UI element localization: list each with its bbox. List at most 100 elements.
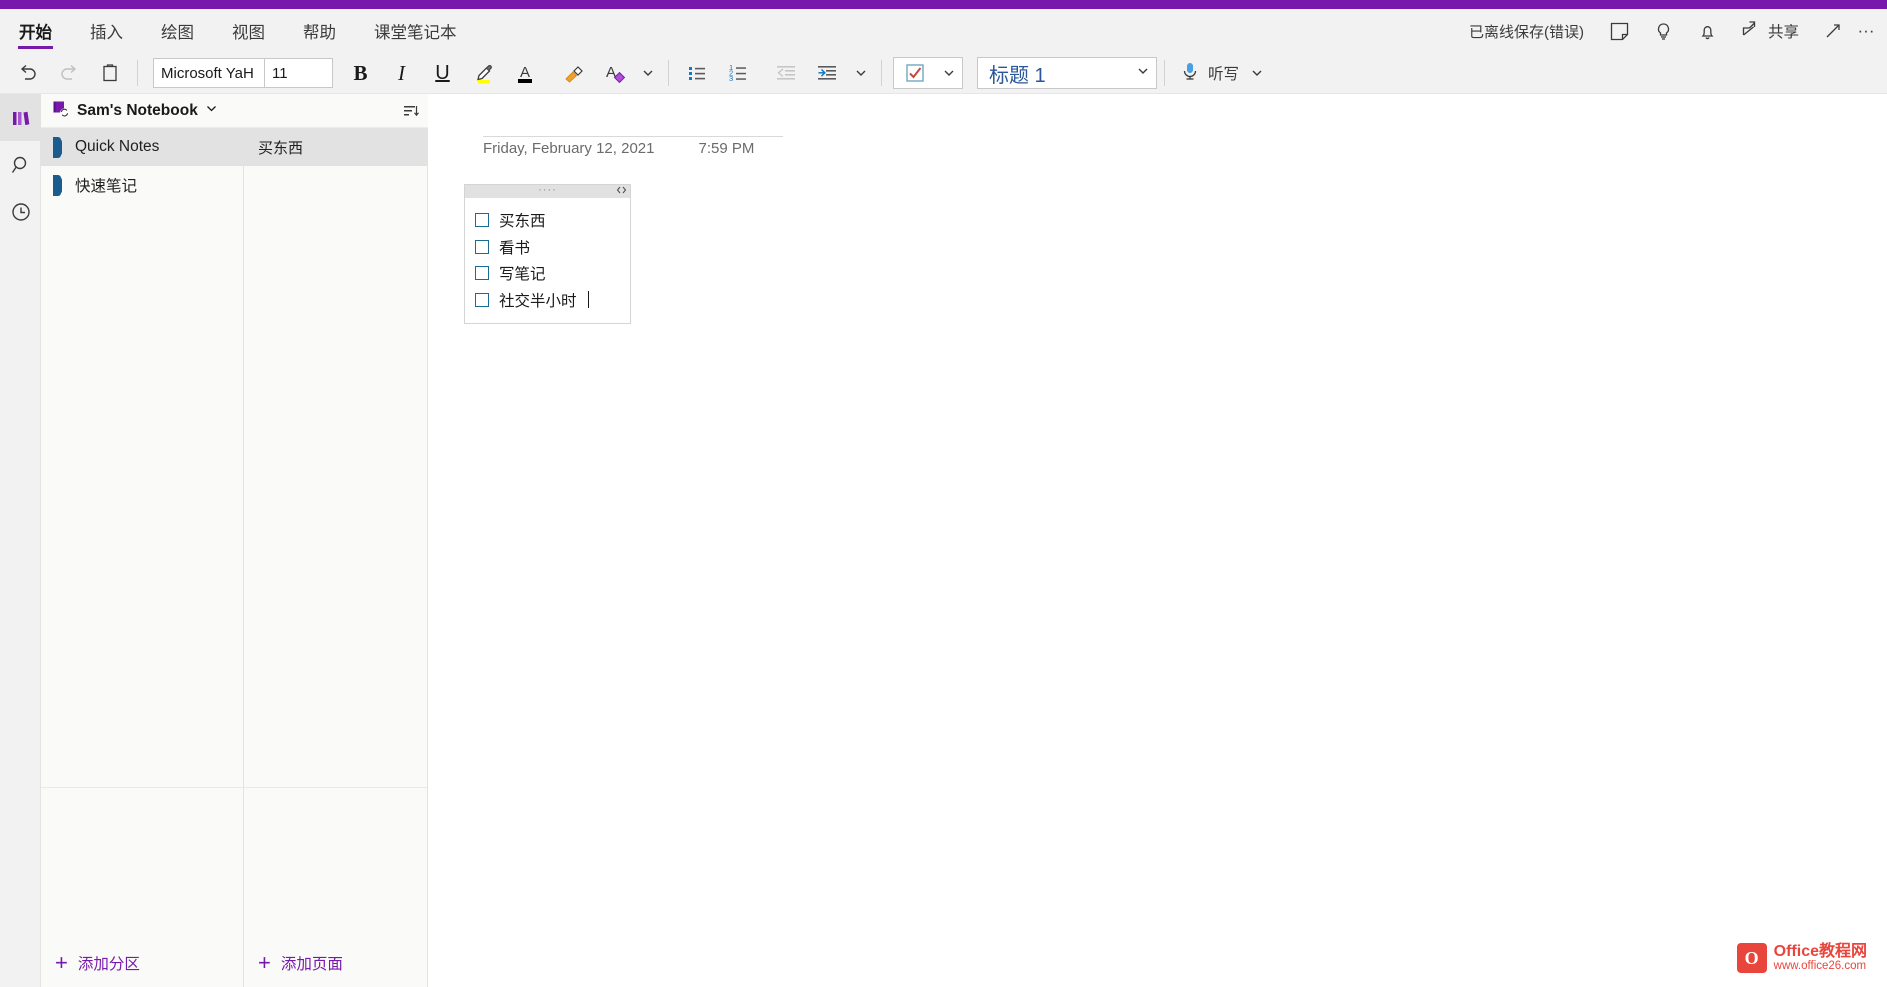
more-options-button[interactable]: ··· xyxy=(1855,9,1877,53)
share-button[interactable]: 共享 xyxy=(1730,9,1811,53)
decrease-indent-button[interactable] xyxy=(765,54,806,92)
font-name-input[interactable]: Microsoft YaH xyxy=(153,58,265,88)
todo-checkbox[interactable] xyxy=(475,240,489,254)
format-painter-icon xyxy=(560,60,586,86)
numbering-button[interactable]: 1 2 3 xyxy=(717,54,758,92)
tab-view-label: 视图 xyxy=(232,19,265,43)
undo-button[interactable] xyxy=(7,54,48,92)
bell-icon[interactable] xyxy=(1686,9,1730,53)
italic-label: I xyxy=(398,61,405,86)
italic-button[interactable]: I xyxy=(381,54,422,92)
menu-bar: 开始 插入 绘图 视图 帮助 课堂笔记本 已离线保存(错误) xyxy=(0,9,1887,53)
page-date[interactable]: Friday, February 12, 2021 xyxy=(483,140,654,157)
lightbulb-icon[interactable] xyxy=(1642,9,1686,53)
add-section-label: 添加分区 xyxy=(78,952,140,974)
chevron-down-icon xyxy=(1250,66,1264,80)
sticky-note-icon[interactable] xyxy=(1598,9,1642,53)
todo-item[interactable]: 买东西 xyxy=(465,207,630,234)
section-name: Quick Notes xyxy=(75,138,159,156)
decrease-indent-icon xyxy=(773,60,799,86)
redo-icon xyxy=(57,61,81,85)
highlighter-icon xyxy=(471,60,497,86)
note-canvas[interactable]: Friday, February 12, 2021 7:59 PM ···· 买… xyxy=(428,94,1887,987)
todo-item[interactable]: 看书 xyxy=(465,234,630,261)
todo-item[interactable]: 社交半小时 xyxy=(465,287,630,314)
watermark-text: Office教程网 www.office26.com xyxy=(1774,944,1867,973)
clipboard-button[interactable] xyxy=(89,54,130,92)
todo-tag-group xyxy=(893,57,963,89)
tab-class-notebook[interactable]: 课堂笔记本 xyxy=(355,9,476,53)
rail-recent-button[interactable] xyxy=(0,188,41,235)
clock-icon xyxy=(9,200,33,224)
share-label: 共享 xyxy=(1768,20,1799,42)
undo-icon xyxy=(16,61,40,85)
redo-button[interactable] xyxy=(48,54,89,92)
page-time[interactable]: 7:59 PM xyxy=(698,140,754,157)
tab-draw-label: 绘图 xyxy=(161,19,194,43)
bold-button[interactable]: B xyxy=(340,54,381,92)
checkbox-checked-icon xyxy=(904,62,926,84)
tab-draw[interactable]: 绘图 xyxy=(142,9,213,53)
svg-text:A: A xyxy=(605,64,615,81)
dictate-button[interactable]: 听写 xyxy=(1172,54,1243,92)
highlight-button[interactable] xyxy=(463,54,504,92)
microphone-icon xyxy=(1178,59,1202,88)
handle-dots: ···· xyxy=(538,185,557,196)
todo-tag-button[interactable] xyxy=(894,58,936,88)
add-page-label: 添加页面 xyxy=(281,952,343,974)
notebook-name: Sam's Notebook xyxy=(77,102,198,120)
note-container[interactable]: ···· 买东西 看书 xyxy=(464,184,631,324)
section-item-quick-notes[interactable]: Quick Notes xyxy=(41,128,243,166)
tab-insert-label: 插入 xyxy=(90,19,123,43)
page-datetime: Friday, February 12, 2021 7:59 PM xyxy=(483,140,754,157)
left-rail xyxy=(0,94,41,987)
todo-label: 看书 xyxy=(499,236,530,258)
clear-formatting-button[interactable]: A xyxy=(593,54,634,92)
todo-label: 社交半小时 xyxy=(499,289,577,311)
bullets-button[interactable] xyxy=(676,54,717,92)
tab-help-label: 帮助 xyxy=(303,19,336,43)
todo-tag-dropdown-button[interactable] xyxy=(936,58,962,88)
chevron-down-icon xyxy=(205,102,218,120)
font-group-expand-button[interactable] xyxy=(634,54,661,92)
diagonal-arrow-icon[interactable] xyxy=(1811,9,1855,53)
todo-checkbox[interactable] xyxy=(475,293,489,307)
paragraph-group-expand-button[interactable] xyxy=(847,54,874,92)
add-section-button[interactable]: + 添加分区 xyxy=(41,939,243,987)
sort-button[interactable] xyxy=(394,94,428,128)
watermark-title: Office教程网 xyxy=(1774,944,1867,961)
rail-search-button[interactable] xyxy=(0,141,41,188)
tab-help[interactable]: 帮助 xyxy=(284,9,355,53)
search-icon xyxy=(9,153,33,177)
font-name-value: Microsoft YaH xyxy=(161,65,254,82)
style-value: 标题 1 xyxy=(989,59,1046,88)
tab-view[interactable]: 视图 xyxy=(213,9,284,53)
notebooks-icon xyxy=(9,106,33,130)
todo-label: 买东西 xyxy=(499,209,546,231)
tab-home[interactable]: 开始 xyxy=(0,9,71,53)
tab-home-label: 开始 xyxy=(19,19,52,43)
style-dropdown[interactable]: 标题 1 xyxy=(977,57,1157,89)
increase-indent-button[interactable] xyxy=(806,54,847,92)
plus-icon: + xyxy=(258,952,271,974)
clipboard-icon xyxy=(99,62,121,84)
clear-formatting-icon: A xyxy=(601,60,627,86)
underline-button[interactable]: U xyxy=(422,54,463,92)
todo-checkbox[interactable] xyxy=(475,213,489,227)
font-size-input[interactable]: 11 xyxy=(265,58,333,88)
note-drag-handle[interactable]: ···· xyxy=(465,185,630,198)
section-color-tab xyxy=(53,137,61,158)
section-item-kuaisubiji[interactable]: 快速笔记 xyxy=(41,166,243,204)
tab-insert[interactable]: 插入 xyxy=(71,9,142,53)
add-page-button[interactable]: + 添加页面 xyxy=(244,939,427,987)
format-painter-button[interactable] xyxy=(552,54,593,92)
font-color-button[interactable]: A xyxy=(504,54,545,92)
todo-checkbox[interactable] xyxy=(475,266,489,280)
rail-notebooks-button[interactable] xyxy=(0,94,41,141)
note-resize-handle[interactable] xyxy=(616,186,627,194)
section-name: 快速笔记 xyxy=(75,174,137,196)
notebook-selector[interactable]: Sam's Notebook xyxy=(41,99,218,123)
dictate-dropdown-button[interactable] xyxy=(1243,54,1270,92)
todo-item[interactable]: 写笔记 xyxy=(465,260,630,287)
page-item-maidongxi[interactable]: 买东西 xyxy=(244,128,427,166)
